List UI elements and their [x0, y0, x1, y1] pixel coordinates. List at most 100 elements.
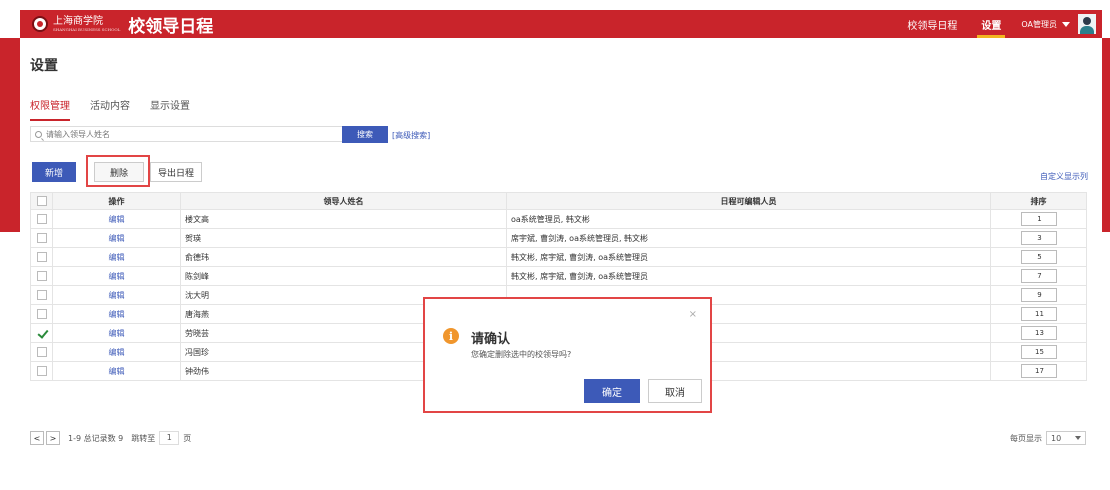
dialog-message: 您确定删除选中的校领导吗? — [471, 350, 572, 359]
page-title: 设置 — [30, 58, 58, 74]
dialog-title: 请确认 — [471, 332, 511, 347]
row-checkbox[interactable] — [36, 271, 47, 281]
settings-tabs: 权限管理 活动内容 显示设置 — [30, 97, 210, 121]
order-cell: 1 — [990, 209, 1087, 229]
delete-button[interactable]: 删除 — [94, 162, 144, 182]
avatar[interactable] — [1078, 14, 1096, 34]
leader-name-cell: 俞德玮 — [180, 247, 507, 267]
leader-name-cell: 贺瑛 — [180, 228, 507, 248]
tab-permissions[interactable]: 权限管理 — [30, 97, 70, 121]
order-input[interactable]: 1 — [1020, 212, 1057, 226]
order-cell: 7 — [990, 266, 1087, 286]
select-all-checkbox[interactable] — [36, 196, 47, 206]
edit-link[interactable]: 编辑 — [52, 361, 181, 381]
jump-page-input[interactable]: 1 — [159, 431, 180, 445]
table-row: 编辑 贺瑛 席宇斌, 曹剑涛, oa系统管理员, 韩文彬 3 — [30, 228, 1087, 248]
row-checkbox[interactable] — [36, 252, 47, 262]
column-header-editors: 日程可编辑人员 — [506, 192, 991, 210]
edit-link[interactable]: 编辑 — [52, 285, 181, 305]
jump-label: 跳转至 — [131, 433, 156, 443]
next-page-button[interactable]: > — [46, 431, 60, 445]
edit-link[interactable]: 编辑 — [52, 323, 181, 343]
row-checkbox-cell[interactable] — [30, 247, 53, 267]
row-checkbox-cell[interactable] — [30, 228, 53, 248]
order-cell: 3 — [990, 228, 1087, 248]
row-checkbox[interactable] — [36, 214, 47, 224]
row-checkbox-cell[interactable] — [30, 361, 53, 381]
table-row: 编辑 俞德玮 韩文彬, 席宇斌, 曹剑涛, oa系统管理员 5 — [30, 247, 1087, 267]
row-checkbox[interactable] — [36, 366, 47, 376]
nav-item-schedule[interactable]: 校领导日程 — [895, 10, 969, 38]
table-header-row: 操作 领导人姓名 日程可编辑人员 排序 — [30, 192, 1087, 210]
row-checkbox-cell[interactable] — [30, 266, 53, 286]
row-checkbox[interactable] — [36, 290, 47, 300]
editors-cell: 韩文彬, 席宇斌, 曹剑涛, oa系统管理员 — [506, 266, 991, 286]
confirm-cancel-button[interactable]: 取消 — [648, 379, 702, 403]
row-checkbox-cell[interactable] — [30, 209, 53, 229]
edit-link[interactable]: 编辑 — [52, 266, 181, 286]
confirm-ok-button[interactable]: 确定 — [584, 379, 640, 403]
order-cell: 11 — [990, 304, 1087, 324]
tab-display-settings[interactable]: 显示设置 — [150, 97, 190, 121]
app-title: 校领导日程 — [128, 16, 214, 37]
row-checkbox-cell[interactable] — [30, 304, 53, 324]
row-checkbox[interactable] — [36, 233, 47, 243]
edit-link[interactable]: 编辑 — [52, 209, 181, 229]
editors-cell: 席宇斌, 曹剑涛, oa系统管理员, 韩文彬 — [506, 228, 991, 248]
edit-link[interactable]: 编辑 — [52, 247, 181, 267]
search-button[interactable]: 搜索 — [342, 126, 388, 143]
close-icon[interactable]: × — [689, 309, 697, 320]
advanced-search-link[interactable]: [高级搜索] — [392, 130, 430, 141]
order-cell: 5 — [990, 247, 1087, 267]
editors-cell: oa系统管理员, 韩文彬 — [506, 209, 991, 229]
row-checkbox-cell[interactable] — [30, 285, 53, 305]
confirm-dialog-highlight: × i 请确认 您确定删除选中的校领导吗? 确定 取消 — [423, 297, 712, 413]
search-box — [30, 126, 352, 142]
record-summary: 1-9 总记录数 9 — [68, 433, 124, 443]
order-input[interactable]: 15 — [1020, 345, 1057, 359]
row-checkbox-cell[interactable] — [30, 323, 53, 343]
edit-link[interactable]: 编辑 — [52, 228, 181, 248]
order-input[interactable]: 7 — [1020, 269, 1057, 283]
select-all-checkbox-cell[interactable] — [30, 192, 53, 210]
add-button[interactable]: 新增 — [32, 162, 76, 182]
page-unit-label: 页 — [183, 433, 192, 443]
custom-columns-link[interactable]: 自定义显示列 — [1040, 171, 1088, 182]
order-input[interactable]: 11 — [1020, 307, 1057, 321]
order-input[interactable]: 13 — [1020, 326, 1057, 340]
school-name: 上海商学院 — [53, 15, 103, 27]
school-seal-icon — [32, 16, 48, 32]
order-input[interactable]: 5 — [1020, 250, 1057, 264]
user-menu[interactable]: OA管理员 — [1013, 10, 1102, 38]
top-nav: 校领导日程 设置 OA管理员 — [895, 10, 1102, 38]
row-checkbox-cell[interactable] — [30, 342, 53, 362]
chevron-down-icon — [1062, 21, 1070, 27]
order-cell: 15 — [990, 342, 1087, 362]
edit-link[interactable]: 编辑 — [52, 342, 181, 362]
per-page-value: 10 — [1051, 433, 1062, 443]
nav-item-settings[interactable]: 设置 — [969, 10, 1013, 38]
search-input[interactable] — [46, 129, 336, 139]
prev-page-button[interactable]: < — [30, 431, 44, 445]
table-row: 编辑 陈剑峰 韩文彬, 席宇斌, 曹剑涛, oa系统管理员 7 — [30, 266, 1087, 286]
column-header-name: 领导人姓名 — [180, 192, 507, 210]
search-icon — [35, 130, 42, 138]
confirm-dialog: × i 请确认 您确定删除选中的校领导吗? 确定 取消 — [430, 304, 705, 406]
column-header-action: 操作 — [52, 192, 181, 210]
checkmark-icon[interactable] — [37, 328, 47, 338]
edit-link[interactable]: 编辑 — [52, 304, 181, 324]
order-cell: 17 — [990, 361, 1087, 381]
column-header-order[interactable]: 排序 — [990, 192, 1087, 210]
user-name: OA管理员 — [1021, 19, 1057, 29]
per-page-select[interactable]: 10 — [1046, 431, 1086, 445]
top-header-bar: 上海商学院 SHANGHAI BUSINESS SCHOOL 校领导日程 校领导… — [20, 10, 1102, 38]
order-input[interactable]: 17 — [1020, 364, 1057, 378]
order-input[interactable]: 9 — [1020, 288, 1057, 302]
row-checkbox[interactable] — [36, 309, 47, 319]
leader-name-cell: 楼文高 — [180, 209, 507, 229]
per-page-label: 每页显示 — [1010, 433, 1042, 443]
row-checkbox[interactable] — [36, 347, 47, 357]
order-input[interactable]: 3 — [1020, 231, 1057, 245]
export-schedule-button[interactable]: 导出日程 — [150, 162, 202, 182]
tab-activity-content[interactable]: 活动内容 — [90, 97, 130, 121]
